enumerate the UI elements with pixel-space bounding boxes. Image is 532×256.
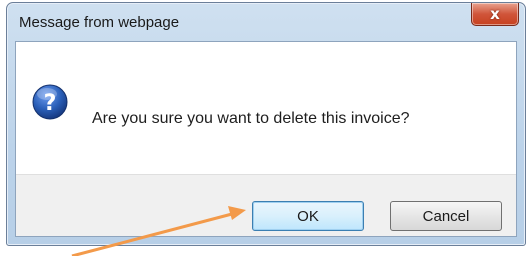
close-icon: x xyxy=(490,4,500,23)
dialog-title: Message from webpage xyxy=(19,14,180,31)
ok-button[interactable]: OK xyxy=(252,201,364,231)
button-bar: OK Cancel xyxy=(16,174,516,236)
svg-text:?: ? xyxy=(44,91,57,116)
dialog-message: Are you sure you want to delete this inv… xyxy=(92,110,410,127)
dialog-titlebar[interactable]: Message from webpage x xyxy=(7,3,525,41)
question-icon: ? xyxy=(32,84,68,120)
message-area: ? Are you sure you want to delete this i… xyxy=(16,42,516,177)
message-dialog: Message from webpage x ? Are you sure yo… xyxy=(6,2,526,246)
dialog-content: ? Are you sure you want to delete this i… xyxy=(15,41,517,237)
cancel-button[interactable]: Cancel xyxy=(390,201,502,231)
close-button[interactable]: x xyxy=(471,3,519,26)
